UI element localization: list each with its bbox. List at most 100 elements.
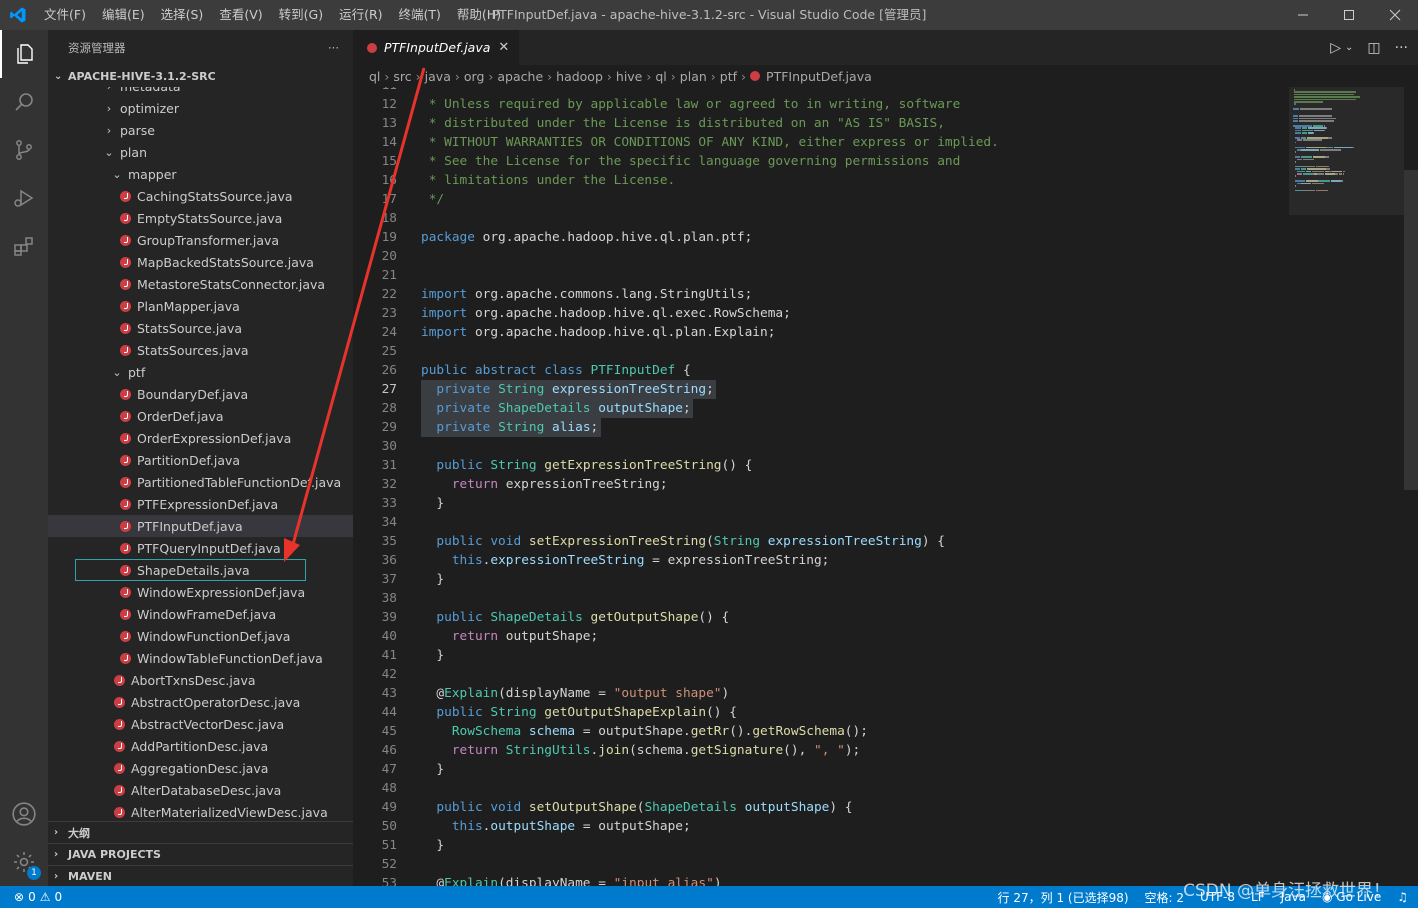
menu-edit[interactable]: 编辑(E) xyxy=(94,0,153,30)
tree-folder[interactable]: › optimizer xyxy=(48,97,353,119)
breadcrumb-item[interactable]: ptf xyxy=(720,69,737,84)
tree-file[interactable]: ShapeDetails.java xyxy=(75,559,306,581)
menu-run[interactable]: 运行(R) xyxy=(331,0,390,30)
tree-file[interactable]: WindowExpressionDef.java xyxy=(48,581,353,603)
manage-gear-icon[interactable]: 1 xyxy=(0,838,48,886)
notifications-bell-icon[interactable]: ♫ xyxy=(1397,890,1408,904)
indentation[interactable]: 空格: 2 xyxy=(1145,889,1185,906)
tree-file[interactable]: OrderExpressionDef.java xyxy=(48,427,353,449)
breadcrumb-item[interactable]: ql xyxy=(655,69,666,84)
workspace-root-label: APACHE-HIVE-3.1.2-SRC xyxy=(68,69,216,83)
tree-file[interactable]: GroupTransformer.java xyxy=(48,229,353,251)
line-number: 26 xyxy=(381,363,397,378)
tree-folder[interactable]: ⌄ plan xyxy=(48,141,353,163)
tree-folder[interactable]: ⌄ ptf xyxy=(48,361,353,383)
tree-file[interactable]: MetastoreStatsConnector.java xyxy=(48,273,353,295)
chevron-down-icon: ⌄ xyxy=(112,365,122,379)
breadcrumb-item[interactable]: java xyxy=(425,69,451,84)
tree-folder[interactable]: › metadata xyxy=(48,87,353,97)
tree-file[interactable]: AlterMaterializedViewDesc.java xyxy=(48,801,353,823)
breadcrumb-item[interactable]: hadoop xyxy=(556,69,603,84)
minimap[interactable] xyxy=(1289,87,1404,886)
tree-file[interactable]: PTFQueryInputDef.java xyxy=(48,537,353,559)
encoding[interactable]: UTF-8 xyxy=(1200,890,1235,904)
tree-file[interactable]: AddPartitionDesc.java xyxy=(48,735,353,757)
tree-file[interactable]: WindowTableFunctionDef.java xyxy=(48,647,353,669)
workspace-root[interactable]: ⌄ APACHE-HIVE-3.1.2-SRC xyxy=(48,65,353,87)
tree-file[interactable]: AbstractOperatorDesc.java xyxy=(48,691,353,713)
close-window-button[interactable] xyxy=(1372,0,1418,30)
code-line: return StringUtils.join(schema.getSignat… xyxy=(451,743,861,758)
menu-go[interactable]: 转到(G) xyxy=(271,0,331,30)
minimap-viewport[interactable] xyxy=(1289,87,1404,215)
breadcrumb-item[interactable]: hive xyxy=(616,69,642,84)
split-editor-icon[interactable]: ◫ xyxy=(1367,40,1380,56)
tree-file[interactable]: PTFExpressionDef.java xyxy=(48,493,353,515)
breadcrumb-item[interactable]: apache xyxy=(497,69,543,84)
more-actions-icon[interactable]: ··· xyxy=(1395,40,1408,56)
tree-file[interactable]: CachingStatsSource.java xyxy=(48,185,353,207)
tree-file[interactable]: WindowFunctionDef.java xyxy=(48,625,353,647)
menu-file[interactable]: 文件(F) xyxy=(36,0,94,30)
tree-file[interactable]: AggregationDesc.java xyxy=(48,757,353,779)
explorer-icon[interactable] xyxy=(0,30,48,78)
end-of-line[interactable]: LF xyxy=(1251,890,1265,904)
breadcrumb-item[interactable]: src xyxy=(393,69,411,84)
tree-item-label: OrderExpressionDef.java xyxy=(137,430,292,446)
menu-selection[interactable]: 选择(S) xyxy=(153,0,212,30)
go-live-button[interactable]: ◉ Go Live xyxy=(1322,890,1381,904)
language-mode[interactable]: Java xyxy=(1281,890,1306,904)
code-line: } xyxy=(421,838,445,853)
line-number: 12 xyxy=(381,97,397,112)
minimize-button[interactable] xyxy=(1280,0,1326,30)
code-area[interactable]: 11 * 12 * Unless required by applicable … xyxy=(353,87,1283,886)
search-icon[interactable] xyxy=(0,78,48,126)
tree-file[interactable]: AlterDatabaseDesc.java xyxy=(48,779,353,801)
tree-file[interactable]: BoundaryDef.java xyxy=(48,383,353,405)
line-number: 27 xyxy=(381,382,397,397)
accounts-icon[interactable] xyxy=(0,790,48,838)
problems-indicator[interactable]: ⊗ 0 ⚠ 0 xyxy=(0,890,62,904)
maximize-button[interactable] xyxy=(1326,0,1372,30)
maven-section[interactable]: › MAVEN xyxy=(48,865,353,886)
menu-help[interactable]: 帮助(H) xyxy=(449,0,509,30)
code-line: this.outputShape = outputShape; xyxy=(451,819,691,834)
menu-terminal[interactable]: 终端(T) xyxy=(391,0,449,30)
tree-file[interactable]: AbstractVectorDesc.java xyxy=(48,713,353,735)
tree-folder[interactable]: ⌄ mapper xyxy=(48,163,353,185)
tree-file[interactable]: PartitionDef.java xyxy=(48,449,353,471)
run-file-icon[interactable]: ▷ xyxy=(1330,40,1341,56)
java-file-icon xyxy=(114,718,125,730)
source-control-icon[interactable] xyxy=(0,126,48,174)
run-debug-icon[interactable] xyxy=(0,174,48,222)
cursor-position[interactable]: 行 27，列 1 (已选择98) xyxy=(998,889,1129,906)
breadcrumb-item[interactable]: plan xyxy=(680,69,707,84)
tree-file[interactable]: MapBackedStatsSource.java xyxy=(48,251,353,273)
tree-file[interactable]: OrderDef.java xyxy=(48,405,353,427)
line-number: 24 xyxy=(381,325,397,340)
tree-file[interactable]: PTFInputDef.java xyxy=(48,515,353,537)
breadcrumb-item[interactable]: org xyxy=(464,69,485,84)
line-number: 14 xyxy=(381,135,397,150)
tree-file[interactable]: WindowFrameDef.java xyxy=(48,603,353,625)
breadcrumb-item[interactable]: ql xyxy=(369,69,380,84)
tree-file[interactable]: StatsSources.java xyxy=(48,339,353,361)
extensions-icon[interactable] xyxy=(0,222,48,270)
breadcrumb-item[interactable]: PTFInputDef.java xyxy=(766,69,872,84)
chevron-down-icon[interactable]: ⌄ xyxy=(1345,42,1353,53)
outline-section[interactable]: › 大纲 xyxy=(48,821,353,843)
tab-ptfinputdef[interactable]: PTFInputDef.java ✕ xyxy=(353,30,520,65)
tree-file[interactable]: EmptyStatsSource.java xyxy=(48,207,353,229)
close-tab-icon[interactable]: ✕ xyxy=(498,40,509,55)
more-actions-button[interactable]: ··· xyxy=(328,41,339,55)
vertical-scrollbar[interactable] xyxy=(1404,170,1418,490)
code-line: public abstract class PTFInputDef { xyxy=(421,363,691,378)
tree-file[interactable]: StatsSource.java xyxy=(48,317,353,339)
java-projects-section[interactable]: › JAVA PROJECTS xyxy=(48,843,353,865)
tree-file[interactable]: PartitionedTableFunctionDef.java xyxy=(48,471,353,493)
tree-file[interactable]: AbortTxnsDesc.java xyxy=(48,669,353,691)
tree-file[interactable]: PlanMapper.java xyxy=(48,295,353,317)
tree-folder[interactable]: › parse xyxy=(48,119,353,141)
code-line: public String getOutputShapeExplain() { xyxy=(436,705,737,720)
menu-view[interactable]: 查看(V) xyxy=(211,0,270,30)
